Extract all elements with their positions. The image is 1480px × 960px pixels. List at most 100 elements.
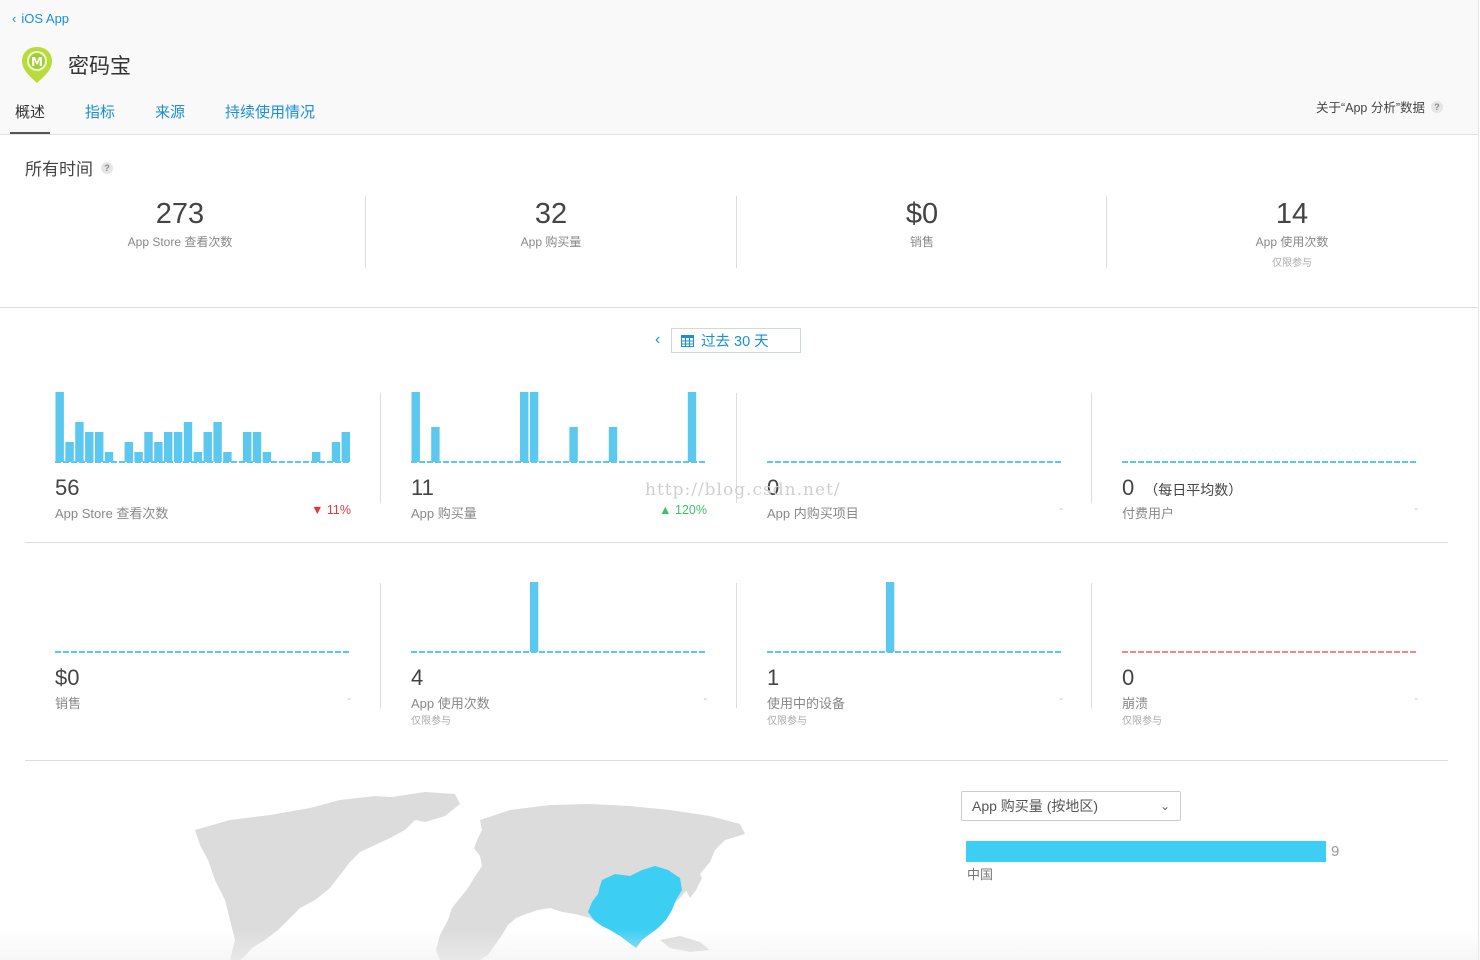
summary-store-views: 273 App Store 查看次数 [0,196,365,268]
summary-value: 273 [155,198,205,230]
spark-bar [75,422,84,462]
spark-bar [154,442,163,462]
summary-label: App 购买量 [520,235,582,249]
metric-label: 销售 [55,696,82,711]
app-header: ‹ iOS App M 密码宝 概述 指标 来源 持续使用情况 关于“App 分… [0,0,1478,135]
period-selector[interactable]: 过去 30 天 [671,328,801,353]
metric-label: App 内购买项目 [767,506,859,521]
region-bar-label: 中国 [967,867,994,882]
change-indicator: ▲ 120% [659,503,707,517]
spark-bar [104,452,114,462]
spark-bar [65,442,74,462]
spark-bar [262,452,272,462]
bottom-fade [0,930,1480,960]
metric-value: 4 [411,665,424,690]
app-title: 密码宝 [68,55,131,78]
change-placeholder: - [1414,503,1418,515]
metric-value: 0 （每日平均数） [1122,475,1242,501]
sparkline-chart [1122,651,1418,653]
chevron-down-icon: ⌄ [1159,799,1170,813]
spark-bar [569,427,578,462]
period-label: 过去 30 天 [701,334,769,350]
metric-card-sessions[interactable]: 4 App 使用次数 仅限参与 - [411,580,707,727]
page-border [1478,0,1479,960]
spark-bar [312,452,321,462]
sparkline-chart [767,461,1063,463]
sparkline-chart [1122,461,1418,463]
region-select-label: App 购买量 (按地区) [972,798,1099,814]
watermark: http://blog.csdn.net/ [645,480,841,500]
metric-label: 崩溃 [1122,696,1149,711]
summary-value: 32 [534,198,568,230]
sparkline-chart [767,582,1063,653]
spark-bar [885,582,895,652]
metric-card-active-devices[interactable]: 1 使用中的设备 仅限参与 - [767,580,1063,727]
summary-purchases: 32 App 购买量 [366,196,736,268]
metric-card-store-views[interactable]: 56 App Store 查看次数 ▼ 11% [55,390,351,530]
spark-bar [124,442,133,462]
spark-bar [85,432,94,462]
metric-sub: 仅限参与 [767,716,807,727]
region-bar-value: 9 [1331,843,1340,860]
metric-card-paying-users[interactable]: 0 （每日平均数） 付费用户 - [1122,390,1418,530]
metric-label: App Store 查看次数 [55,506,169,521]
divider [1091,393,1092,503]
spark-bar [341,432,350,462]
sparkline-chart [411,582,707,653]
tab-sources[interactable]: 来源 [155,101,185,122]
tab-retention[interactable]: 持续使用情况 [225,101,315,122]
divider [736,583,737,708]
section-divider [0,307,1478,308]
region-metric-select[interactable]: App 购买量 (按地区) ⌄ [961,791,1181,821]
metric-value: $0 [55,665,80,690]
sparkline-chart [411,392,707,463]
divider [380,583,381,708]
back-link[interactable]: ‹ iOS App [12,11,69,26]
metric-card-crashes[interactable]: 0 崩溃 仅限参与 - [1122,580,1418,727]
active-tab-indicator [10,132,50,134]
metric-sub: 仅限参与 [1122,716,1162,727]
metric-card-sales[interactable]: $0 销售 - [55,580,351,720]
spark-bar [213,422,222,462]
metric-label: 使用中的设备 [767,696,846,711]
chevron-left-icon: ‹ [12,11,17,26]
change-placeholder: - [1059,503,1063,515]
change-placeholder: - [703,693,707,705]
app-logo-icon: M [22,47,52,83]
metric-sub: 仅限参与 [411,716,451,727]
metric-label: App 购买量 [411,506,477,521]
spark-bar [144,432,153,462]
spark-bar [193,452,202,462]
metric-value: 1 [767,665,780,690]
metric-card-iap[interactable]: 0 App 内购买项目 - [767,390,1063,530]
metric-value-number: 0 [1122,475,1135,500]
help-icon[interactable]: ? [101,161,113,174]
region-bar-china[interactable] [966,841,1326,862]
calendar-icon [681,335,694,347]
tab-overview[interactable]: 概述 [15,101,45,122]
spark-bar [55,392,64,462]
metric-value: 56 [55,475,80,500]
summary-label: 销售 [909,235,934,249]
metric-value: 0 [1122,665,1135,690]
spark-bar [431,427,440,462]
all-time-section: 所有时间 ? [25,155,113,180]
all-time-title: 所有时间 [25,160,93,179]
spark-bar [529,392,539,462]
previous-period-button[interactable]: ‹ [655,331,660,349]
change-placeholder: - [1059,693,1063,705]
change-placeholder: - [1414,693,1418,705]
metric-card-purchases[interactable]: 11 App 购买量 ▲ 120% [411,390,707,530]
tab-metrics[interactable]: 指标 [85,101,115,122]
spark-bar [183,422,193,462]
svg-text:M: M [31,55,43,69]
sparkline-chart [55,651,351,653]
divider [1091,583,1092,708]
summary-label: App Store 查看次数 [127,235,233,249]
help-icon[interactable]: ? [1431,100,1443,113]
spark-bar [173,432,183,462]
spark-bar [252,432,262,462]
summary-sub: 仅限参与 [1272,258,1312,269]
summary-value: 14 [1275,198,1309,230]
about-analytics-link[interactable]: 关于“App 分析”数据 ? [1316,97,1443,116]
